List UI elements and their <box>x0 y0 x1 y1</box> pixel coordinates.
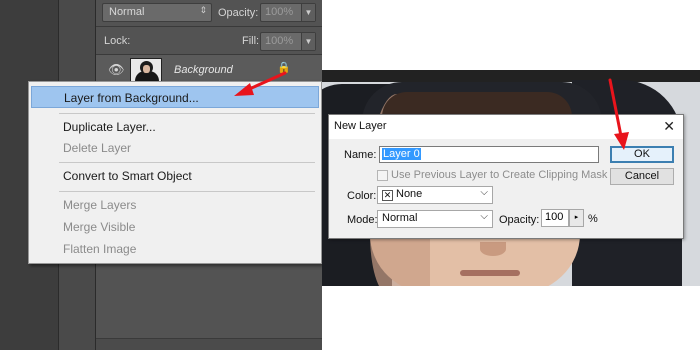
opacity-unit: % <box>588 213 598 225</box>
color-label: Color: <box>347 190 377 202</box>
color-value: None <box>396 188 423 200</box>
menu-item-flatten-image[interactable]: Flatten Image <box>31 238 319 260</box>
opacity-value: 100 <box>545 211 564 223</box>
blend-mode-value: Normal <box>109 6 145 18</box>
layer-lock-icon: 🔒 <box>277 62 291 74</box>
fill-value: 100% <box>265 35 294 47</box>
cancel-button[interactable]: Cancel <box>610 168 674 185</box>
menu-separator <box>59 191 315 192</box>
dialog-title: New Layer <box>334 120 387 132</box>
dialog-titlebar: New Layer ✕ <box>329 115 683 139</box>
mode-value: Normal <box>382 212 418 224</box>
opacity-field[interactable]: 100% ▼ <box>260 3 316 22</box>
lock-row: Lock: ▦ ✎ ✥ 🔒 Fill: 100% ▼ <box>96 27 322 76</box>
layers-panel-footer <box>96 338 322 350</box>
menu-item-merge-visible[interactable]: Merge Visible <box>31 216 319 238</box>
chevron-down-icon: ⌵ <box>480 187 488 198</box>
updown-arrow-icon: ⇕ <box>199 5 207 15</box>
opacity-label: Opacity: <box>218 7 259 19</box>
layer-name-input[interactable]: Layer 0 <box>379 146 599 163</box>
menu-item-delete-layer[interactable]: Delete Layer <box>31 137 319 159</box>
layer-context-menu: Layer from Background... Duplicate Layer… <box>28 81 322 264</box>
dropdown-arrow-icon[interactable]: ▼ <box>301 33 315 50</box>
mode-select[interactable]: Normal ⌵ <box>377 210 493 228</box>
menu-separator <box>59 113 315 114</box>
clipping-mask-checkbox[interactable] <box>377 170 388 181</box>
ok-button[interactable]: OK <box>610 146 674 163</box>
fill-field[interactable]: 100% ▼ <box>260 32 316 51</box>
mode-label: Mode: <box>347 214 378 226</box>
menu-item-duplicate-layer[interactable]: Duplicate Layer... <box>31 116 319 138</box>
clipping-mask-label: Use Previous Layer to Create Clipping Ma… <box>391 169 608 181</box>
color-select[interactable]: ✕ None ⌵ <box>377 186 493 204</box>
fill-label: Fill: <box>242 35 260 47</box>
blend-mode-dropdown[interactable]: Normal ⇕ <box>102 3 212 22</box>
opacity-input[interactable]: 100 <box>541 209 569 227</box>
opacity-label: Opacity: <box>499 214 540 226</box>
name-label: Name: <box>344 149 377 161</box>
chevron-down-icon: ⌵ <box>480 211 488 222</box>
opacity-stepper-icon[interactable]: ▸ <box>569 209 584 227</box>
new-layer-dialog: New Layer ✕ Name: Layer 0 Use Previous L… <box>328 114 684 239</box>
menu-item-convert-smart-object[interactable]: Convert to Smart Object <box>31 165 319 187</box>
menu-separator <box>59 162 315 163</box>
layer-name-value: Layer 0 <box>382 148 421 160</box>
opacity-value: 100% <box>265 6 294 18</box>
layer-name[interactable]: Background <box>174 64 233 76</box>
layer-thumbnail <box>130 58 162 82</box>
white-area <box>322 286 700 350</box>
close-icon[interactable]: ✕ <box>663 118 675 135</box>
dropdown-arrow-icon[interactable]: ▼ <box>301 4 315 21</box>
menu-item-layer-from-background[interactable]: Layer from Background... <box>31 86 319 108</box>
eye-visibility-icon[interactable]: 👁 <box>108 62 125 78</box>
blend-row: Normal ⇕ Opacity: 100% ▼ <box>96 0 322 27</box>
menu-item-merge-layers[interactable]: Merge Layers <box>31 194 319 216</box>
no-color-icon: ✕ <box>382 190 393 201</box>
lock-label: Lock: <box>104 35 131 47</box>
